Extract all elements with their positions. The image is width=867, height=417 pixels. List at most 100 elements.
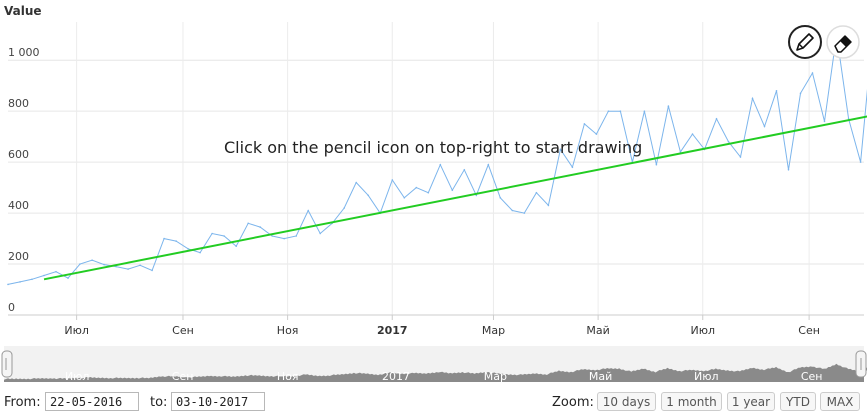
data-point	[391, 179, 394, 181]
data-point	[535, 191, 538, 194]
data-point	[223, 235, 225, 237]
data-point	[739, 156, 742, 158]
zoom-label: Zoom:	[552, 395, 594, 410]
data-point	[667, 105, 670, 107]
data-point	[127, 268, 129, 270]
data-point	[787, 169, 790, 171]
data-point	[691, 133, 694, 135]
drawing-hint-text: Click on the pencil icon on top-right to…	[224, 138, 642, 157]
y-axis-ticks: 0 200 400 600 800 1 000	[8, 46, 40, 314]
data-point	[79, 263, 81, 265]
data-point	[823, 120, 826, 123]
data-point	[727, 140, 730, 143]
data-point	[799, 92, 802, 95]
data-point	[607, 110, 610, 112]
zoom-max-button[interactable]: MAX	[820, 392, 860, 411]
navigator-right-handle[interactable]	[855, 350, 867, 378]
data-point	[283, 237, 286, 240]
x-tick-label: Июл	[64, 324, 89, 337]
data-point	[199, 251, 201, 254]
range-selector-bar: From: to: Zoom: 10 days 1 month 1 year Y…	[0, 390, 867, 417]
y-tick-label: 200	[8, 250, 29, 263]
data-point	[511, 209, 514, 212]
zoom-10-days-button[interactable]: 10 days	[597, 392, 656, 411]
eraser-button[interactable]	[826, 25, 860, 59]
data-point	[619, 110, 622, 112]
grid-lines	[8, 22, 864, 316]
data-point	[151, 269, 153, 272]
data-point	[259, 226, 262, 228]
y-tick-label: 800	[8, 97, 29, 110]
data-point	[355, 181, 358, 184]
y-tick-label: 1 000	[8, 46, 40, 59]
y-tick-label: 0	[8, 301, 15, 314]
navigator-left-handle[interactable]	[1, 350, 13, 378]
data-point	[247, 222, 249, 225]
y-axis-title: Value	[4, 4, 42, 18]
data-point	[487, 163, 490, 166]
data-point	[91, 259, 93, 262]
data-point	[415, 186, 418, 189]
data-point	[163, 237, 165, 240]
data-point	[439, 163, 442, 166]
y-tick-label: 400	[8, 199, 29, 212]
data-point	[571, 166, 574, 168]
navigator[interactable]: Июл Сен Ноя 2017 Мар Май Июл Сен	[1, 346, 867, 383]
data-point	[211, 232, 213, 235]
data-point	[583, 123, 586, 125]
navigator-label: Июл	[694, 370, 719, 383]
data-point	[547, 204, 550, 207]
data-point	[655, 163, 658, 166]
data-point	[187, 248, 189, 250]
data-point	[295, 235, 298, 237]
navigator-label: Сен	[172, 370, 194, 383]
zoom-ytd-button[interactable]: YTD	[780, 392, 816, 411]
data-point	[31, 278, 33, 281]
zoom-1-month-button[interactable]: 1 month	[661, 392, 722, 411]
data-point	[307, 209, 310, 212]
y-tick-label: 600	[8, 148, 29, 161]
data-point	[715, 118, 718, 120]
series-layer	[7, 33, 867, 286]
x-tick-label: 2017	[377, 324, 408, 337]
data-point	[139, 264, 141, 267]
data-point	[343, 207, 346, 209]
series-line	[7, 34, 867, 285]
data-point	[859, 161, 862, 163]
data-point	[67, 277, 69, 279]
to-date-input[interactable]	[171, 392, 265, 411]
x-tick-label: Май	[586, 324, 609, 337]
x-tick-label: Июл	[690, 324, 715, 337]
from-label: From:	[4, 395, 41, 410]
data-point	[499, 197, 502, 199]
navigator-label: Май	[589, 370, 612, 383]
data-point	[403, 197, 406, 199]
data-point	[811, 72, 814, 74]
data-point	[367, 194, 370, 197]
data-point	[775, 90, 778, 92]
navigator-label: Ноя	[277, 370, 299, 383]
navigator-label: Июл	[65, 370, 90, 383]
data-point	[271, 235, 274, 237]
from-date-input[interactable]	[45, 392, 139, 411]
data-point	[19, 281, 21, 283]
data-point	[43, 274, 45, 277]
x-tick-label: Мар	[482, 324, 505, 337]
data-point	[427, 191, 430, 194]
navigator-label: Мар	[484, 370, 507, 383]
data-point	[763, 125, 766, 128]
pencil-button[interactable]	[788, 25, 822, 59]
data-point	[103, 263, 105, 266]
navigator-label: Сен	[801, 370, 823, 383]
x-axis-ticks: Июл Сен Ноя 2017 Мар Май Июл Сен	[8, 314, 864, 337]
data-point	[235, 245, 237, 247]
stock-chart: Value 0 200 400 600 800 1 000 Июл Сен Ноя 2017 Ма…	[1, 4, 867, 383]
to-label: to:	[150, 395, 168, 410]
data-point	[643, 110, 646, 112]
data-point	[751, 97, 754, 100]
zoom-1-year-button[interactable]: 1 year	[727, 392, 775, 411]
data-point	[175, 240, 177, 242]
data-point	[463, 169, 466, 171]
data-point	[319, 232, 322, 235]
x-tick-label: Сен	[798, 324, 820, 337]
